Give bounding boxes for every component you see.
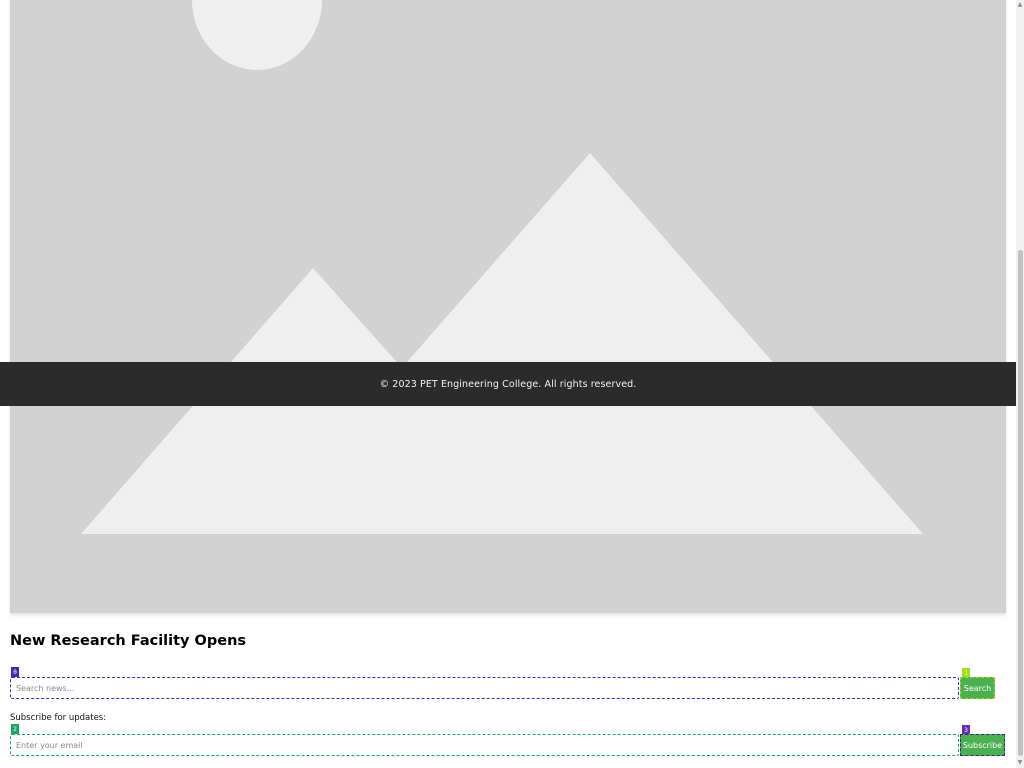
subscribe-label: Subscribe for updates:: [10, 713, 107, 723]
vertical-scrollbar[interactable]: ▲ ▼: [1016, 0, 1024, 768]
article-title: New Research Facility Opens: [10, 633, 247, 649]
email-field[interactable]: [10, 734, 959, 756]
site-footer: © 2023 PET Engineering College. All righ…: [0, 362, 1016, 406]
subscribe-button[interactable]: Subscribe: [960, 734, 1005, 756]
scrollbar-thumb[interactable]: [1017, 250, 1023, 756]
search-input[interactable]: [10, 677, 959, 699]
image-placeholder-icon: [81, 0, 923, 534]
search-button[interactable]: Search: [960, 677, 995, 699]
scroll-up-icon[interactable]: ▲: [1016, 0, 1024, 10]
scroll-down-icon[interactable]: ▼: [1016, 758, 1024, 768]
page-viewport: © 2023 PET Engineering College. All righ…: [0, 0, 1016, 768]
footer-copyright: © 2023 PET Engineering College. All righ…: [379, 378, 637, 390]
hero-image-placeholder: [10, 0, 1006, 613]
